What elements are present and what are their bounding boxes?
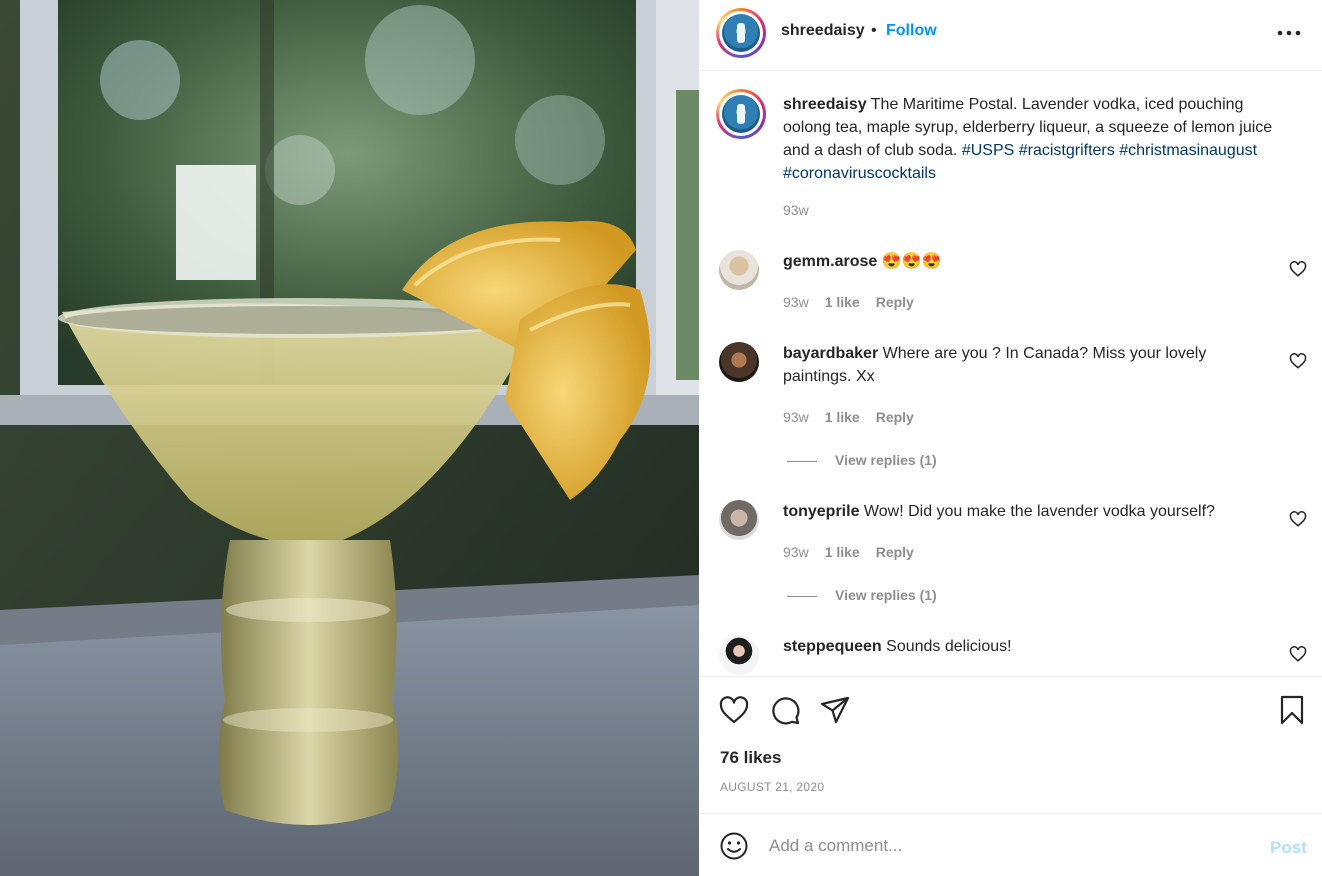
- view-replies-label: View replies (1): [835, 452, 937, 468]
- post-actions: 76 likes AUGUST 21, 2020: [699, 676, 1322, 813]
- view-replies-label: View replies (1): [835, 587, 937, 603]
- comment-text: gemm.arose 😍😍😍: [783, 250, 1263, 273]
- comment-text: steppequeen Sounds delicious!: [783, 635, 1263, 658]
- caption-avatar[interactable]: [716, 89, 766, 139]
- caption-username[interactable]: shreedaisy: [783, 96, 867, 113]
- post-photo[interactable]: [0, 0, 699, 876]
- caption-timestamp[interactable]: 93w: [783, 202, 809, 218]
- reply-button[interactable]: Reply: [876, 544, 914, 560]
- hashtag-link[interactable]: #racistgrifters: [1019, 142, 1115, 159]
- reply-button[interactable]: Reply: [876, 409, 914, 425]
- comment-text: tonyeprile Wow! Did you make the lavende…: [783, 500, 1263, 523]
- replies-divider-line: [787, 595, 817, 597]
- comment-composer: Post: [699, 813, 1322, 876]
- comment-body: Wow! Did you make the lavender vodka you…: [863, 503, 1215, 520]
- cocktail-photo-image: [0, 0, 699, 876]
- comment-body: Sounds delicious!: [886, 638, 1012, 655]
- author-avatar[interactable]: [716, 8, 766, 58]
- comment-like-count[interactable]: 1 like: [825, 544, 860, 560]
- comment-icon[interactable]: [769, 694, 801, 726]
- comment-meta: 93w 1 like Reply: [783, 294, 914, 310]
- comment-meta: 93w 1 like Reply: [783, 544, 914, 560]
- comment-like-count[interactable]: 1 like: [825, 294, 860, 310]
- send-icon[interactable]: [819, 694, 851, 726]
- comment-meta: 93w 1 like Reply: [783, 409, 914, 425]
- header-separator: •: [871, 22, 877, 39]
- post-date[interactable]: AUGUST 21, 2020: [720, 780, 824, 794]
- comments-list[interactable]: shreedaisy The Maritime Postal. Lavender…: [699, 72, 1322, 676]
- comment-heart-icon[interactable]: [1289, 510, 1307, 528]
- replies-divider-line: [787, 460, 817, 462]
- caption-text: shreedaisy The Maritime Postal. Lavender…: [783, 93, 1283, 185]
- view-replies-button[interactable]: View replies (1): [787, 452, 937, 468]
- comment-heart-icon[interactable]: [1289, 352, 1307, 370]
- comment-username[interactable]: steppequeen: [783, 638, 882, 655]
- comment-timestamp[interactable]: 93w: [783, 294, 809, 310]
- post-header: shreedaisy • Follow: [699, 0, 1322, 71]
- author-username[interactable]: shreedaisy: [781, 22, 865, 40]
- comment-input[interactable]: [769, 830, 1239, 862]
- more-horizontal-icon[interactable]: [1274, 16, 1304, 46]
- like-count[interactable]: 76 likes: [720, 748, 781, 768]
- comment-text: bayardbaker Where are you ? In Canada? M…: [783, 342, 1263, 388]
- heart-icon[interactable]: [718, 694, 750, 726]
- comment-username[interactable]: gemm.arose: [783, 253, 877, 270]
- commenter-avatar[interactable]: [719, 342, 759, 382]
- commenter-avatar[interactable]: [719, 500, 759, 540]
- emoji-icon[interactable]: [719, 831, 749, 861]
- follow-button[interactable]: Follow: [886, 22, 937, 40]
- comment-timestamp[interactable]: 93w: [783, 409, 809, 425]
- hashtag-link[interactable]: #USPS: [962, 142, 1014, 159]
- commenter-avatar[interactable]: [719, 250, 759, 290]
- view-replies-button[interactable]: View replies (1): [787, 587, 937, 603]
- bookmark-icon[interactable]: [1276, 694, 1308, 726]
- comment-like-count[interactable]: 1 like: [825, 409, 860, 425]
- comment-timestamp[interactable]: 93w: [783, 544, 809, 560]
- reply-button[interactable]: Reply: [876, 294, 914, 310]
- comment-username[interactable]: bayardbaker: [783, 345, 878, 362]
- comment-heart-icon[interactable]: [1289, 645, 1307, 663]
- commenter-avatar[interactable]: [719, 635, 759, 675]
- post-side-panel: shreedaisy • Follow shreedaisy The Marit…: [699, 0, 1322, 876]
- comment-username[interactable]: tonyeprile: [783, 503, 859, 520]
- post-comment-button[interactable]: Post: [1270, 838, 1307, 858]
- hashtag-link[interactable]: #christmasinaugust: [1119, 142, 1257, 159]
- comment-body: 😍😍😍: [881, 253, 942, 270]
- hashtag-link[interactable]: #coronaviruscocktails: [783, 165, 936, 182]
- comment-heart-icon[interactable]: [1289, 260, 1307, 278]
